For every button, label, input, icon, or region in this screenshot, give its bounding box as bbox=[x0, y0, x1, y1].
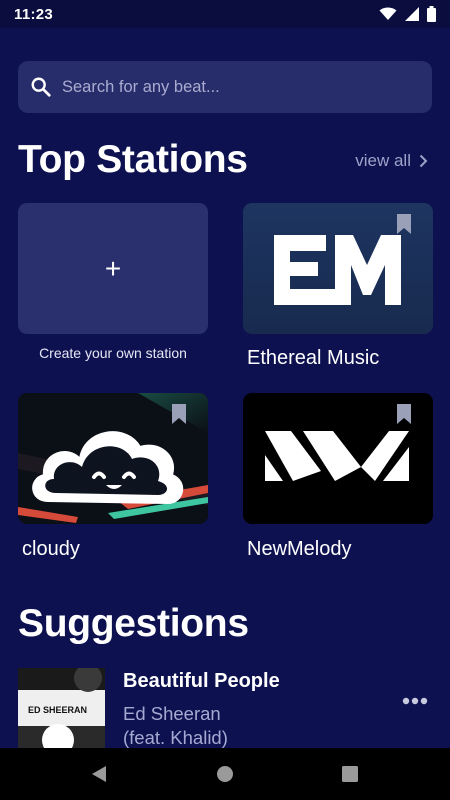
view-all-link[interactable]: view all bbox=[355, 150, 428, 172]
battery-icon bbox=[427, 6, 436, 22]
status-time: 11:23 bbox=[14, 5, 54, 23]
station-name: Ethereal Music bbox=[247, 347, 380, 369]
create-station-label: Create your own station bbox=[39, 345, 187, 361]
suggestion-item[interactable]: ED SHEERAN Beautiful People Ed Sheeran (… bbox=[18, 668, 432, 748]
plus-icon: + bbox=[104, 252, 122, 284]
view-all-label: view all bbox=[355, 151, 411, 170]
bookmark-icon[interactable] bbox=[397, 214, 411, 234]
search-input[interactable] bbox=[62, 77, 412, 97]
suggestions-title: Suggestions bbox=[18, 602, 249, 645]
station-newmelody[interactable] bbox=[243, 393, 433, 524]
album-art-graphic: ED SHEERAN bbox=[18, 668, 105, 748]
status-icons bbox=[379, 6, 436, 22]
create-station-button[interactable]: + bbox=[18, 203, 208, 334]
track-artist: Ed Sheeran (feat. Khalid) bbox=[123, 702, 343, 750]
station-name: NewMelody bbox=[247, 538, 352, 560]
recents-icon[interactable] bbox=[341, 764, 359, 784]
search-bar[interactable] bbox=[18, 61, 432, 113]
station-ethereal-music[interactable] bbox=[243, 203, 433, 334]
album-text: ED SHEERAN bbox=[28, 705, 87, 715]
back-icon[interactable] bbox=[90, 764, 108, 784]
track-artist-feature: (feat. Khalid) bbox=[123, 727, 228, 748]
track-artist-name: Ed Sheeran bbox=[123, 703, 221, 724]
status-bar: 11:23 bbox=[0, 0, 450, 28]
bookmark-icon[interactable] bbox=[397, 404, 411, 424]
track-title: Beautiful People bbox=[123, 670, 280, 692]
more-options-icon[interactable] bbox=[402, 696, 428, 706]
station-name: cloudy bbox=[22, 538, 80, 560]
album-art: ED SHEERAN bbox=[18, 668, 105, 748]
home-icon[interactable] bbox=[216, 764, 234, 784]
wifi-icon bbox=[379, 7, 397, 20]
chevron-right-icon bbox=[419, 154, 428, 168]
search-icon bbox=[31, 77, 51, 97]
signal-icon bbox=[405, 7, 419, 21]
station-cloudy[interactable] bbox=[18, 393, 208, 524]
top-stations-title: Top Stations bbox=[18, 138, 248, 181]
system-nav-bar bbox=[0, 748, 450, 800]
bookmark-icon[interactable] bbox=[172, 404, 186, 424]
